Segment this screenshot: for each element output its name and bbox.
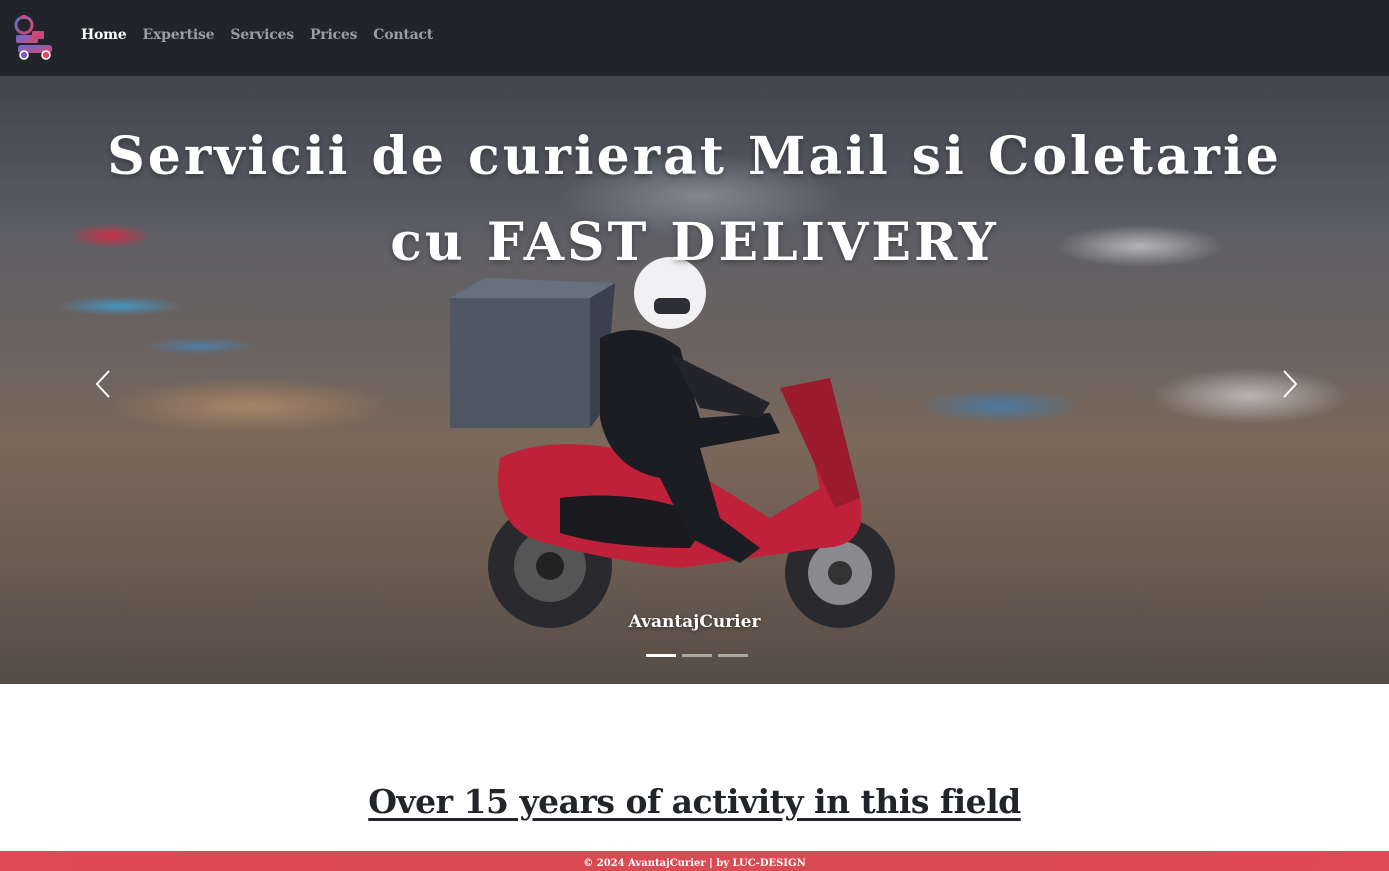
nav-link-services[interactable]: Services	[230, 27, 294, 43]
hero-carousel: Servicii de curierat Mail si Coletarie c…	[0, 76, 1389, 684]
carousel-caption: AvantajCurier	[628, 612, 761, 632]
carousel-prev-button[interactable]	[83, 364, 123, 404]
nav-link-expertise[interactable]: Expertise	[143, 27, 215, 43]
carousel-indicator-2[interactable]	[682, 654, 712, 657]
hero-title: Servicii de curierat Mail si Coletarie c…	[0, 114, 1389, 286]
section-heading: Over 15 years of activity in this field	[368, 782, 1021, 821]
carousel-indicator-3[interactable]	[718, 654, 748, 657]
nav-link-contact[interactable]: Contact	[373, 27, 433, 43]
courier-scooter-logo-icon[interactable]	[12, 13, 56, 61]
nav-menu: Home Expertise Services Prices Contact	[81, 27, 433, 43]
nav-link-prices[interactable]: Prices	[310, 27, 358, 43]
hero-title-line1: Servicii de curierat Mail si Coletarie	[107, 126, 1282, 187]
navbar: Home Expertise Services Prices Contact	[0, 0, 1389, 76]
carousel-indicators	[646, 654, 748, 657]
carousel-next-button[interactable]	[1270, 364, 1310, 404]
footer-copyright: © 2024 AvantajCurier | by LUC-DESIGN	[583, 858, 806, 869]
courier-scooter-image	[450, 257, 895, 628]
footer: © 2024 AvantajCurier | by LUC-DESIGN	[0, 851, 1389, 871]
nav-link-home[interactable]: Home	[81, 27, 127, 43]
chevron-right-icon	[1283, 370, 1298, 398]
chevron-left-icon	[95, 370, 110, 398]
carousel-indicator-1[interactable]	[646, 654, 676, 657]
hero-title-line2: cu FAST DELIVERY	[390, 212, 999, 273]
